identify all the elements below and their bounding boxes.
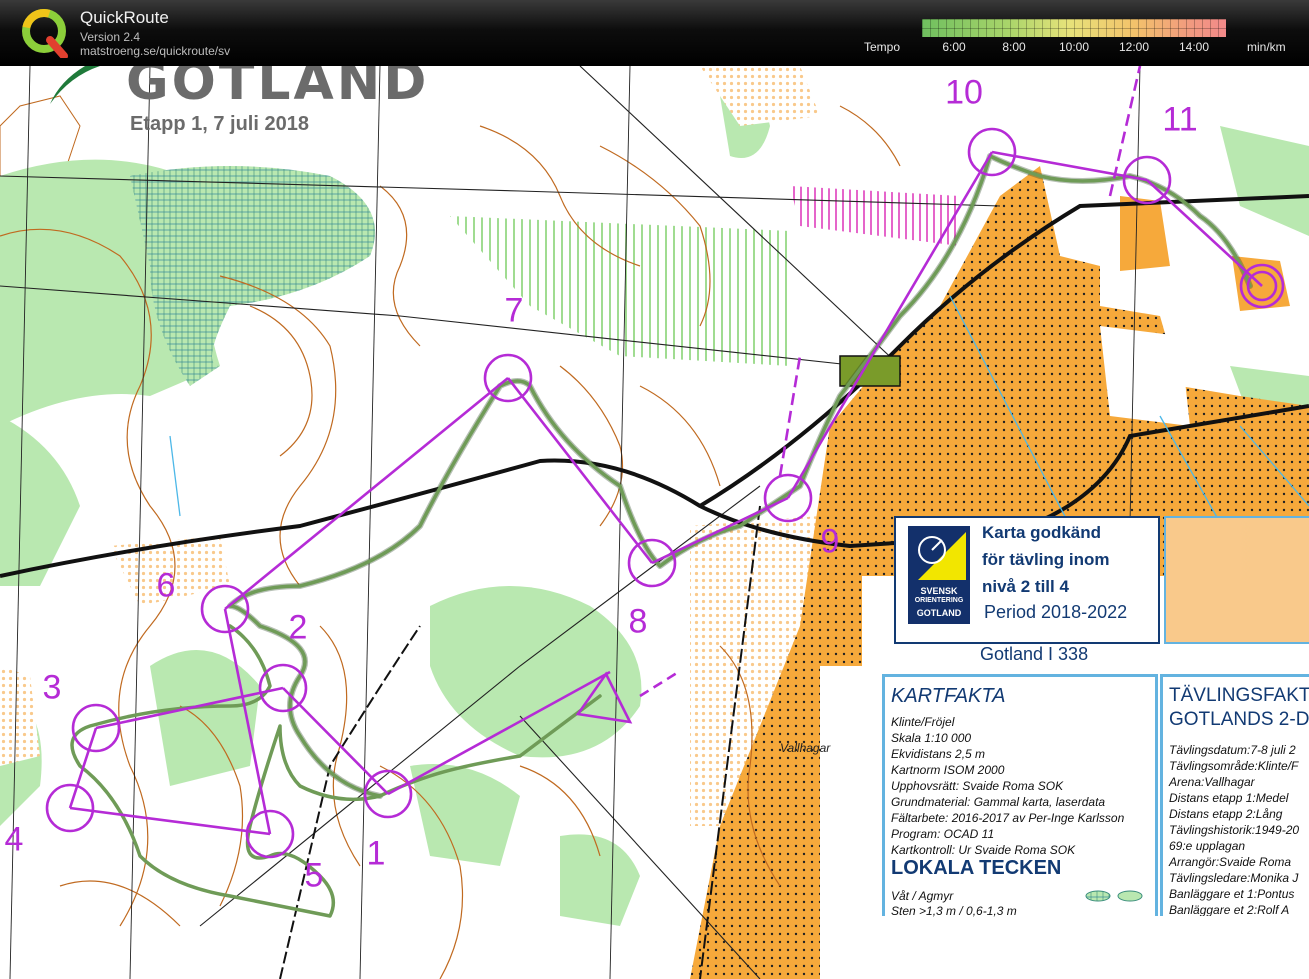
control-number: 9 xyxy=(820,522,840,561)
kartfakta-line: Upphovsrätt: Svaide Roma SOK xyxy=(891,779,1064,793)
kartfakta-title: KARTFAKTA xyxy=(891,685,1006,707)
tempo-tick: 14:00 xyxy=(1178,40,1210,54)
app-version: Version 2.4 xyxy=(80,30,141,44)
quickroute-logo-icon xyxy=(22,9,68,58)
control-number: 6 xyxy=(156,566,176,605)
tavlingsfakta-line: Tävlingsområde:Klinte/F xyxy=(1169,759,1299,773)
local-symbol-line: Våt / Agmyr xyxy=(891,889,954,903)
control-number: 8 xyxy=(628,602,648,641)
kartfakta-line: Fältarbete: 2016-2017 av Per-Inge Karlss… xyxy=(891,811,1125,825)
tempo-tick: 10:00 xyxy=(1058,40,1090,54)
top-bar: QuickRoute Version 2.4 matstroeng.se/qui… xyxy=(0,0,1309,66)
badge-line: ORIENTERING xyxy=(914,597,964,604)
control-number: 10 xyxy=(945,73,983,112)
control-number: 4 xyxy=(4,820,24,859)
tavlingsfakta-line: Banläggare et 2:Rolf A xyxy=(1169,903,1290,916)
tavlingsfakta-line: Tävlingsdatum:7-8 juli 2 xyxy=(1169,743,1296,757)
kartfakta-line: Grundmaterial: Gammal karta, laserdata xyxy=(891,795,1106,809)
badge-line: SVENSK xyxy=(920,586,958,596)
kartfakta-line: Kartnorm ISOM 2000 xyxy=(891,763,1005,777)
marsh-legend-icon xyxy=(1085,890,1143,902)
approval-line: Karta godkänd xyxy=(982,523,1102,542)
tavlingsfakta-line: Banläggare et 1:Pontus xyxy=(1169,887,1295,901)
tavlingsfakta-line: Distans etapp 2:Lång xyxy=(1169,807,1283,821)
app-url[interactable]: matstroeng.se/quickroute/sv xyxy=(80,44,230,58)
map-title: GOTLAND xyxy=(126,66,430,112)
svensk-orientering-badge: SVENSK ORIENTERING GOTLAND xyxy=(908,526,970,624)
place-name: Vallhagar xyxy=(780,741,831,755)
kartfakta-line: Ekvidistans 2,5 m xyxy=(891,747,986,761)
approval-line: för tävling inom xyxy=(982,550,1110,569)
control-number: 11 xyxy=(1162,100,1198,139)
map-id: Gotland I 338 xyxy=(980,644,1089,664)
approval-period: Period 2018-2022 xyxy=(984,602,1128,622)
tavlingsfakta-line: Tävlingsledare:Monika J xyxy=(1169,871,1299,885)
control-number: 1 xyxy=(366,834,386,873)
tempo-tick: 6:00 xyxy=(942,40,966,54)
tavlingsfakta-line: Distans etapp 1:Medel xyxy=(1169,791,1289,805)
orange-legend-box xyxy=(1164,516,1309,644)
tempo-label: Tempo xyxy=(864,40,901,54)
control-number: 5 xyxy=(304,856,324,895)
tavlingsfakta-line: Arena:Vallhagar xyxy=(1169,775,1255,789)
kartfakta-line: Klinte/Fröjel xyxy=(891,715,955,729)
compass-icon xyxy=(918,532,966,580)
tavlingsfakta-panel: TÄVLINGSFAKT GOTLANDS 2-D Tävlingsdatum:… xyxy=(1160,674,1309,916)
local-symbol-line: Sten >1,3 m / 0,6-1,3 m xyxy=(891,904,1017,918)
badge-line: GOTLAND xyxy=(916,608,962,618)
control-number: 2 xyxy=(288,608,308,647)
control-number: 7 xyxy=(504,291,524,330)
control-number: 3 xyxy=(42,668,62,707)
app-name: QuickRoute xyxy=(80,8,169,27)
approval-line: nivå 2 till 4 xyxy=(982,577,1069,596)
kartfakta-line: Skala 1:10 000 xyxy=(891,731,972,745)
tavlingsfakta-line: Arrangör:Svaide Roma xyxy=(1169,855,1292,869)
tavlingsfakta-title: GOTLANDS 2-D xyxy=(1169,709,1309,730)
tempo-tick: 8:00 xyxy=(1002,40,1026,54)
kartfakta-line: Kartkontroll: Ur Svaide Roma SOK xyxy=(891,843,1076,857)
tavlingsfakta-line: 69:e upplagan xyxy=(1169,839,1246,853)
tempo-scale-grid xyxy=(922,19,1226,37)
map-subtitle: Etapp 1, 7 juli 2018 xyxy=(130,113,309,135)
tempo-tick: 12:00 xyxy=(1118,40,1150,54)
kartfakta-panel: KARTFAKTA Klinte/Fröjel Skala 1:10 000 E… xyxy=(882,674,1158,918)
local-symbols-title: LOKALA TECKEN xyxy=(891,857,1062,879)
approval-box: SVENSK ORIENTERING GOTLAND Karta godkänd… xyxy=(894,516,1160,644)
kartfakta-line: Program: OCAD 11 xyxy=(891,827,995,841)
tavlingsfakta-line: Tävlingshistorik:1949-20 xyxy=(1169,823,1300,837)
tempo-unit: min/km xyxy=(1247,40,1286,54)
tavlingsfakta-title: TÄVLINGSFAKT xyxy=(1169,685,1309,706)
